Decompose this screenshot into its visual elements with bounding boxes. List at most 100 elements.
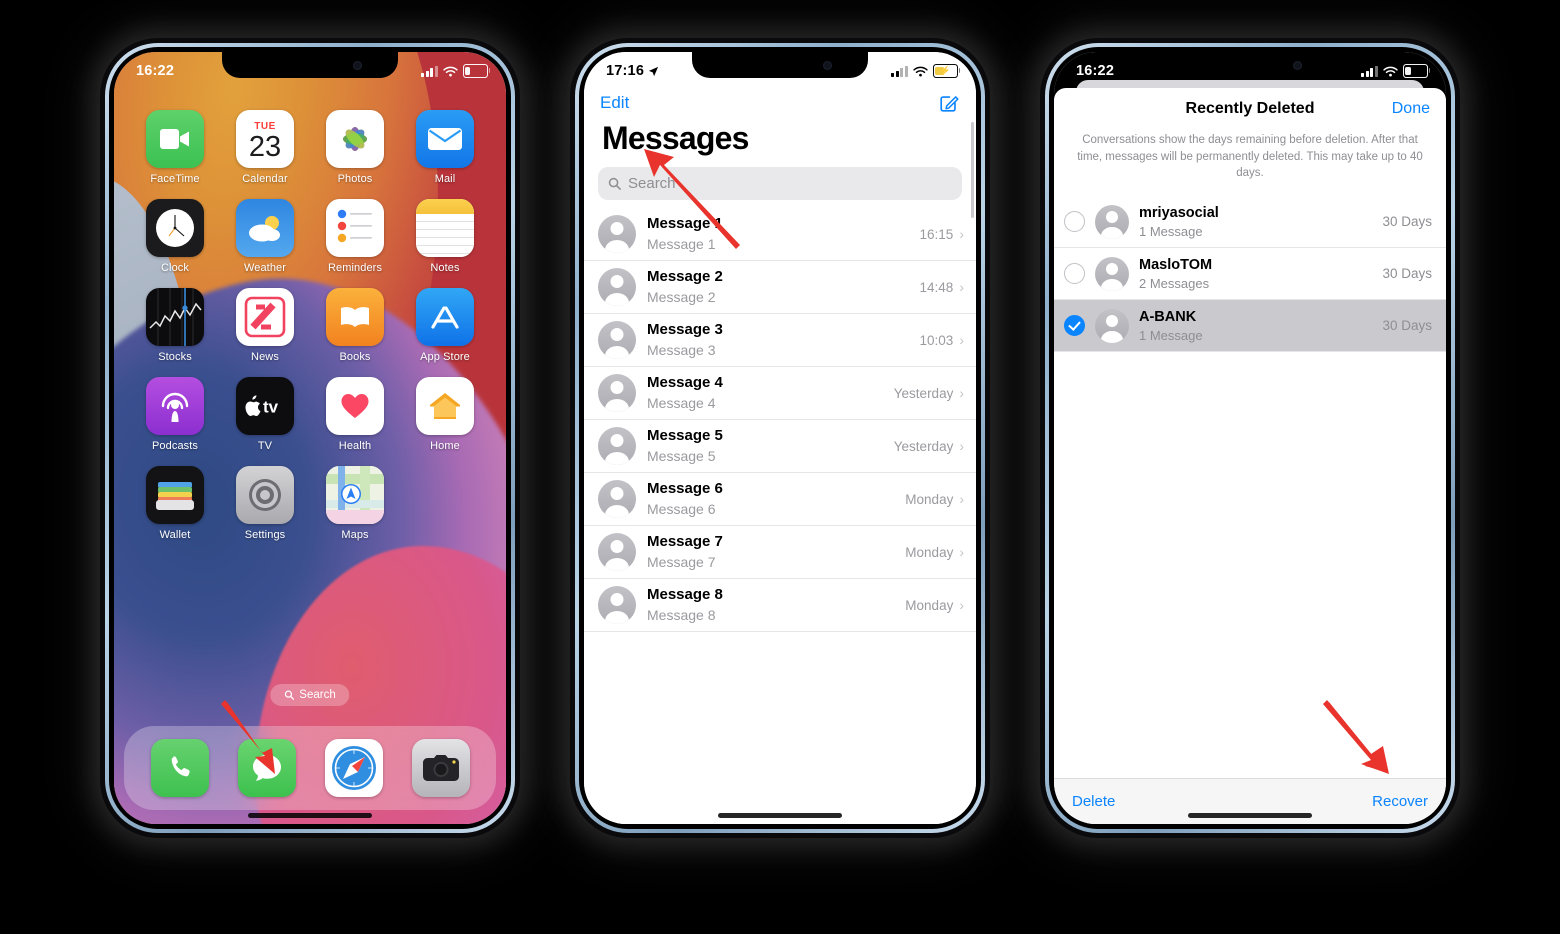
maps-icon (326, 466, 384, 524)
done-button[interactable]: Done (1392, 100, 1430, 118)
app-clock[interactable]: Clock (130, 199, 220, 274)
message-count: 1 Message (1139, 327, 1203, 343)
deleted-conversation-row[interactable]: mriyasocial 1 Message 30 Days (1054, 196, 1446, 249)
avatar (1095, 256, 1129, 291)
camera-icon[interactable] (411, 739, 470, 797)
conversation-time: 16:15 (919, 226, 954, 242)
app-calendar[interactable]: TUE 23 Calendar (220, 110, 310, 185)
messages-icon[interactable] (237, 739, 296, 797)
deleted-conversation-row[interactable]: A-BANK 1 Message 30 Days (1054, 300, 1446, 353)
conversation-preview: Message 5 (647, 447, 716, 464)
contact-name: mriyasocial (1139, 205, 1219, 222)
deleted-conversation-row[interactable]: MasloTOM 2 Messages 30 Days (1054, 248, 1446, 301)
chevron-right-icon: › (959, 438, 964, 454)
search-input[interactable]: Search (598, 167, 962, 200)
delete-button[interactable]: Delete (1072, 793, 1115, 810)
scrollbar[interactable] (971, 122, 974, 218)
home-indicator (718, 813, 842, 818)
edit-button[interactable]: Edit (600, 93, 629, 113)
conversation-title: Message 3 (647, 321, 723, 339)
chevron-right-icon: › (959, 226, 964, 242)
conversation-row[interactable]: Message 6 Message 6 Monday › (584, 473, 976, 526)
avatar (1095, 204, 1129, 239)
conversation-preview: Message 1 (647, 235, 716, 252)
conversation-title: Message 8 (647, 586, 723, 604)
app-label: Notes (430, 262, 460, 274)
stocks-icon (146, 288, 204, 346)
conversation-title: Message 1 (647, 215, 723, 233)
cellular-signal-icon (1361, 65, 1378, 77)
recover-button[interactable]: Recover (1372, 793, 1428, 810)
app-label: Reminders (327, 262, 383, 274)
battery-icon (463, 64, 491, 78)
avatar (598, 586, 636, 624)
chevron-right-icon: › (959, 544, 964, 560)
select-checkbox[interactable] (1064, 263, 1085, 285)
conversation-time: 10:03 (919, 332, 954, 348)
app-stocks[interactable]: Stocks (130, 288, 220, 363)
app-news[interactable]: News (220, 288, 310, 363)
conversation-row[interactable]: Message 1 Message 1 16:15 › (584, 208, 976, 261)
compose-icon[interactable] (938, 92, 960, 114)
app-label: Photos (337, 173, 373, 185)
app-home[interactable]: Home (400, 377, 490, 452)
safari-icon[interactable] (324, 739, 383, 797)
app-mail[interactable]: Mail (400, 110, 490, 185)
app-facetime[interactable]: FaceTime (130, 110, 220, 185)
app-podcasts[interactable]: Podcasts (130, 377, 220, 452)
conversation-row[interactable]: Message 4 Message 4 Yesterday › (584, 367, 976, 420)
conversation-row[interactable]: Message 2 Message 2 14:48 › (584, 261, 976, 314)
app-wallet[interactable]: Wallet (130, 466, 220, 541)
sheet-description: Conversations show the days remaining be… (1077, 134, 1423, 180)
conversation-row[interactable]: Message 8 Message 8 Monday › (584, 579, 976, 632)
books-icon (326, 288, 384, 346)
avatar (598, 321, 636, 359)
avatar (598, 268, 636, 306)
conversation-row[interactable]: Message 7 Message 7 Monday › (584, 526, 976, 579)
home-search-pill[interactable]: Search (270, 684, 350, 706)
app-label: Podcasts (151, 440, 199, 452)
days-remaining: 30 Days (1382, 318, 1432, 334)
app-notes[interactable]: Notes (400, 199, 490, 274)
photos-icon (326, 110, 384, 168)
app-tv[interactable]: tv TV (220, 377, 310, 452)
conversation-preview: Message 7 (647, 553, 716, 570)
avatar (598, 215, 636, 253)
app-label: Mail (434, 173, 456, 185)
avatar (598, 427, 636, 465)
select-checkbox[interactable] (1064, 315, 1085, 337)
conversation-title: Message 7 (647, 533, 723, 551)
wifi-icon (913, 66, 928, 77)
app-label: FaceTime (150, 173, 200, 185)
avatar (598, 480, 636, 518)
charging-bolt-icon: ⚡ (939, 65, 952, 76)
search-icon (284, 690, 295, 700)
phone-icon[interactable] (150, 739, 209, 797)
conversation-time: Yesterday (893, 438, 954, 454)
app-books[interactable]: Books (310, 288, 400, 363)
clock-icon (146, 199, 204, 257)
status-time: 17:16 (606, 63, 659, 79)
app-photos[interactable]: Photos (310, 110, 400, 185)
app-label: Weather (243, 262, 287, 274)
app-app-store[interactable]: App Store (400, 288, 490, 363)
app-maps[interactable]: Maps (310, 466, 400, 541)
conversation-row[interactable]: Message 3 Message 3 10:03 › (584, 314, 976, 367)
app-label: Clock (160, 262, 189, 274)
app-weather[interactable]: Weather (220, 199, 310, 274)
app-reminders[interactable]: Reminders (310, 199, 400, 274)
reminders-icon (326, 199, 384, 257)
message-count: 2 Messages (1139, 275, 1210, 291)
app-label: Health (338, 440, 372, 452)
notes-icon (416, 199, 474, 257)
calendar-icon: TUE 23 (236, 110, 294, 168)
battery-icon (1403, 64, 1431, 78)
notch (1162, 52, 1338, 78)
cellular-signal-icon (891, 65, 908, 77)
phone-home-screen: 16:22 FaceTime TUE 23 Calendar Photos Ma… (100, 38, 520, 838)
app-settings[interactable]: Settings (220, 466, 310, 541)
conversation-row[interactable]: Message 5 Message 5 Yesterday › (584, 420, 976, 473)
app-label: Maps (341, 529, 369, 541)
select-checkbox[interactable] (1064, 211, 1085, 233)
app-health[interactable]: Health (310, 377, 400, 452)
